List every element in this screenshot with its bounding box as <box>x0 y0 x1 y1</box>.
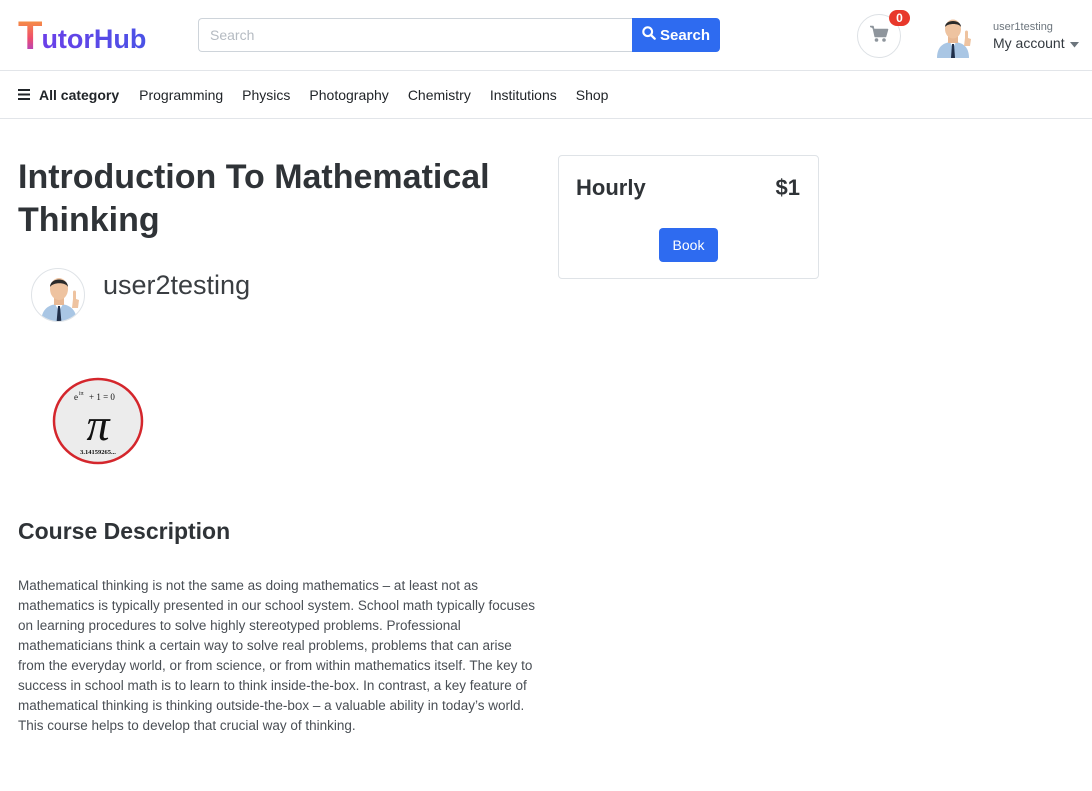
tutor-name[interactable]: user2testing <box>103 270 250 301</box>
search-input[interactable] <box>198 18 632 52</box>
description-heading: Course Description <box>18 518 231 544</box>
tutorhub-logo[interactable]: T utorHub <box>18 14 146 56</box>
cart-icon <box>869 25 889 48</box>
search-bar: Search <box>198 18 720 52</box>
category-institutions[interactable]: Institutions <box>490 87 557 103</box>
account-avatar[interactable] <box>932 14 974 58</box>
top-header: T utorHub Search 0 user <box>0 0 1092 71</box>
euler-formula-left: e <box>74 392 78 402</box>
hamburger-icon <box>18 87 30 103</box>
price-amount: $1 <box>775 175 800 200</box>
caret-down-icon <box>1069 35 1079 51</box>
category-photography[interactable]: Photography <box>309 87 388 103</box>
price-type: Hourly <box>576 175 646 200</box>
tutor-avatar[interactable] <box>31 268 85 322</box>
pi-symbol: π <box>86 399 111 450</box>
course-thumbnail: e iπ + 1 = 0 π 3.14159265... <box>52 377 144 465</box>
all-category-menu[interactable]: All category <box>18 87 119 103</box>
logo-letter: T <box>18 14 43 58</box>
search-button[interactable]: Search <box>632 18 720 52</box>
search-icon <box>642 26 656 44</box>
category-nav: All category Programming Physics Photogr… <box>0 71 1092 119</box>
category-physics[interactable]: Physics <box>242 87 290 103</box>
category-programming[interactable]: Programming <box>139 87 223 103</box>
account-username: user1testing <box>993 21 1053 33</box>
euler-formula-sup: iπ <box>79 391 84 397</box>
my-account-dropdown[interactable]: My account <box>993 35 1079 51</box>
course-description: Mathematical thinking is not the same as… <box>18 578 535 733</box>
logo-text: utorHub <box>41 16 146 54</box>
search-button-label: Search <box>659 26 711 44</box>
course-title: Introduction To Mathematical Thinking <box>18 158 490 239</box>
pi-digits: 3.14159265... <box>80 449 116 456</box>
pricing-card: Hourly $1 Book <box>558 155 819 279</box>
category-shop[interactable]: Shop <box>576 87 609 103</box>
my-account-label: My account <box>993 35 1065 51</box>
all-category-label: All category <box>39 87 120 103</box>
book-button[interactable]: Book <box>659 228 718 262</box>
cart-count-badge: 0 <box>889 10 910 26</box>
category-chemistry[interactable]: Chemistry <box>408 87 471 103</box>
